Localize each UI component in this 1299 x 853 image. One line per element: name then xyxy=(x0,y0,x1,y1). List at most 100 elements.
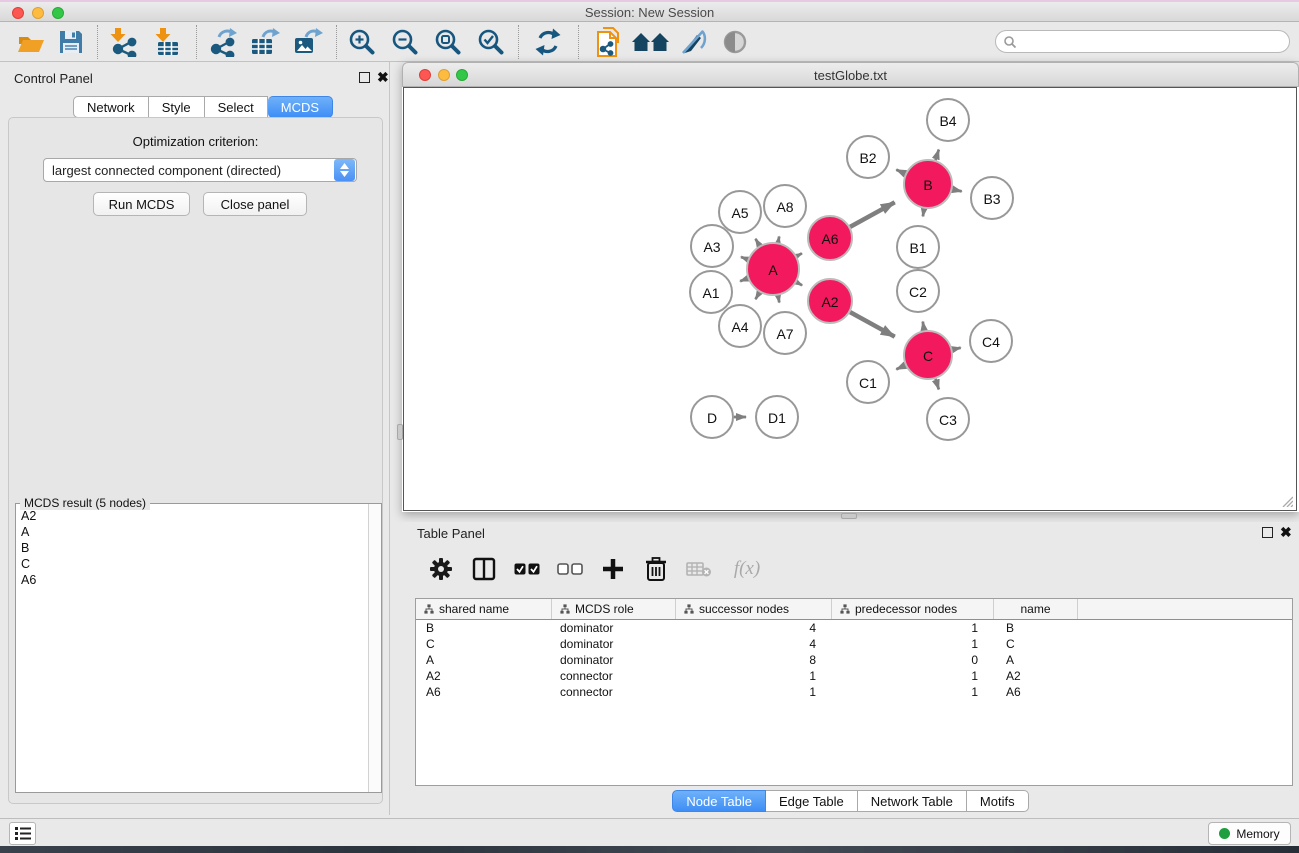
edge-B-B1[interactable] xyxy=(923,209,924,217)
edge-C-C4[interactable] xyxy=(952,348,960,350)
float-panel-icon[interactable] xyxy=(359,72,370,83)
search-field[interactable] xyxy=(995,30,1290,53)
zoom-out-button[interactable] xyxy=(388,26,422,58)
edge-C-C2[interactable] xyxy=(923,322,924,331)
close-panel-button[interactable]: Close panel xyxy=(203,192,307,216)
desktop-hscroll-thumb[interactable] xyxy=(841,513,857,519)
export-image-button[interactable] xyxy=(291,26,325,58)
network-canvas[interactable]: B4B2BB3A5A8A6A3AB1A1A2C2A4A7CC4C1C3DD1 xyxy=(403,87,1297,511)
edge-A-A3[interactable] xyxy=(741,257,748,260)
attribute-tree-icon xyxy=(684,604,694,614)
table-row[interactable]: Adominator80A xyxy=(416,652,1292,668)
table-cell: connector xyxy=(552,668,676,684)
edge-A-A4[interactable] xyxy=(756,292,760,299)
open-session-button[interactable] xyxy=(14,26,48,58)
tab-network-table[interactable]: Network Table xyxy=(858,790,967,812)
edge-A-A2[interactable] xyxy=(797,282,803,285)
edge-A6-B[interactable] xyxy=(850,202,895,227)
edge-A-A7[interactable] xyxy=(778,296,779,303)
window-resize-grip[interactable] xyxy=(1279,493,1293,507)
mcds-result-item[interactable]: A xyxy=(17,524,367,540)
zoom-fit-button[interactable] xyxy=(431,26,465,58)
mcds-result-item[interactable]: B xyxy=(17,540,367,556)
table-row[interactable]: Bdominator41B xyxy=(416,620,1292,636)
node-label-C3: C3 xyxy=(939,412,957,428)
table-row[interactable]: A6connector11A6 xyxy=(416,684,1292,700)
clone-network-icon xyxy=(594,26,624,58)
tab-mcds[interactable]: MCDS xyxy=(268,96,333,118)
delete-table-button[interactable] xyxy=(684,554,714,584)
tab-motifs[interactable]: Motifs xyxy=(967,790,1029,812)
search-icon xyxy=(1003,35,1017,49)
column-header-shared-name[interactable]: shared name xyxy=(416,599,552,619)
column-label: MCDS role xyxy=(575,602,634,616)
column-label: successor nodes xyxy=(699,602,789,616)
optimization-criterion-select[interactable]: largest connected component (directed) xyxy=(43,158,357,182)
mcds-result-item[interactable]: C xyxy=(17,556,367,572)
table-cell: C xyxy=(994,636,1078,652)
tab-select[interactable]: Select xyxy=(205,96,268,118)
export-network-button[interactable] xyxy=(206,26,240,58)
tab-style[interactable]: Style xyxy=(149,96,205,118)
column-header-predecessor-nodes[interactable]: predecessor nodes xyxy=(832,599,994,619)
refresh-button[interactable] xyxy=(531,26,565,58)
mcds-list-scrollbar[interactable] xyxy=(368,504,381,792)
edge-B-B3[interactable] xyxy=(952,189,961,191)
float-table-panel-icon[interactable] xyxy=(1262,527,1273,538)
delete-column-button[interactable] xyxy=(641,554,671,584)
toolbar-separator xyxy=(196,25,197,59)
column-header-name[interactable]: name xyxy=(994,599,1078,619)
show-columns-button[interactable] xyxy=(469,554,499,584)
edge-B-B2[interactable] xyxy=(896,170,905,174)
edge-A-A5[interactable] xyxy=(756,239,760,246)
edge-B-B4[interactable] xyxy=(936,150,939,161)
edge-A-A6[interactable] xyxy=(797,253,802,256)
clone-network-button[interactable] xyxy=(592,26,626,58)
search-input[interactable] xyxy=(1021,33,1289,51)
run-mcds-button[interactable]: Run MCDS xyxy=(93,192,190,216)
save-session-button[interactable] xyxy=(54,26,88,58)
edge-A-A1[interactable] xyxy=(740,278,748,281)
table-cell: A2 xyxy=(416,668,552,684)
zoom-selected-button[interactable] xyxy=(474,26,508,58)
tab-network[interactable]: Network xyxy=(73,96,149,118)
close-table-panel-icon[interactable]: ✖ xyxy=(1280,527,1292,538)
column-header-successor-nodes[interactable]: successor nodes xyxy=(676,599,832,619)
edge-C-C1[interactable] xyxy=(896,365,905,369)
unchecked-boxes-icon xyxy=(557,563,583,576)
hide-annotations-button[interactable] xyxy=(676,26,710,58)
table-row[interactable]: A2connector11A2 xyxy=(416,668,1292,684)
table-settings-button[interactable] xyxy=(426,554,456,584)
deselect-all-button[interactable] xyxy=(555,554,585,584)
import-network-button[interactable] xyxy=(107,26,141,58)
tab-node-table[interactable]: Node Table xyxy=(672,790,766,812)
memory-label: Memory xyxy=(1236,827,1279,841)
content-region: Control Panel ✖ Network Style Select MCD… xyxy=(0,62,1299,818)
edge-A2-C[interactable] xyxy=(850,312,895,337)
table-header-row: shared name MCDS role successor nodes pr… xyxy=(416,599,1292,620)
function-builder-button[interactable]: f(x) xyxy=(727,554,767,584)
tab-edge-table[interactable]: Edge Table xyxy=(766,790,858,812)
table-cell: A xyxy=(416,652,552,668)
add-column-button[interactable] xyxy=(598,554,628,584)
table-panel-tabs: Node Table Edge Table Network Table Moti… xyxy=(402,790,1299,812)
column-header-mcds-role[interactable]: MCDS role xyxy=(552,599,676,619)
node-label-A1: A1 xyxy=(702,285,719,301)
mcds-result-item[interactable]: A2 xyxy=(17,508,367,524)
export-table-button[interactable] xyxy=(248,26,282,58)
import-table-button[interactable] xyxy=(150,26,184,58)
edge-A-A8[interactable] xyxy=(778,237,779,243)
task-history-button[interactable] xyxy=(9,822,36,845)
memory-button[interactable]: Memory xyxy=(1208,822,1291,845)
desktop-vscroll-thumb[interactable] xyxy=(397,424,403,440)
edge-C-C3[interactable] xyxy=(936,379,939,390)
zoom-in-button[interactable] xyxy=(345,26,379,58)
close-panel-icon[interactable]: ✖ xyxy=(377,72,389,83)
network-window-titlebar[interactable]: testGlobe.txt xyxy=(402,62,1299,87)
home-button[interactable] xyxy=(630,26,672,58)
table-row[interactable]: Cdominator41C xyxy=(416,636,1292,652)
show-hide-button[interactable] xyxy=(718,26,752,58)
select-all-button[interactable] xyxy=(512,554,542,584)
zoom-selected-icon xyxy=(477,28,505,56)
mcds-result-item[interactable]: A6 xyxy=(17,572,367,588)
